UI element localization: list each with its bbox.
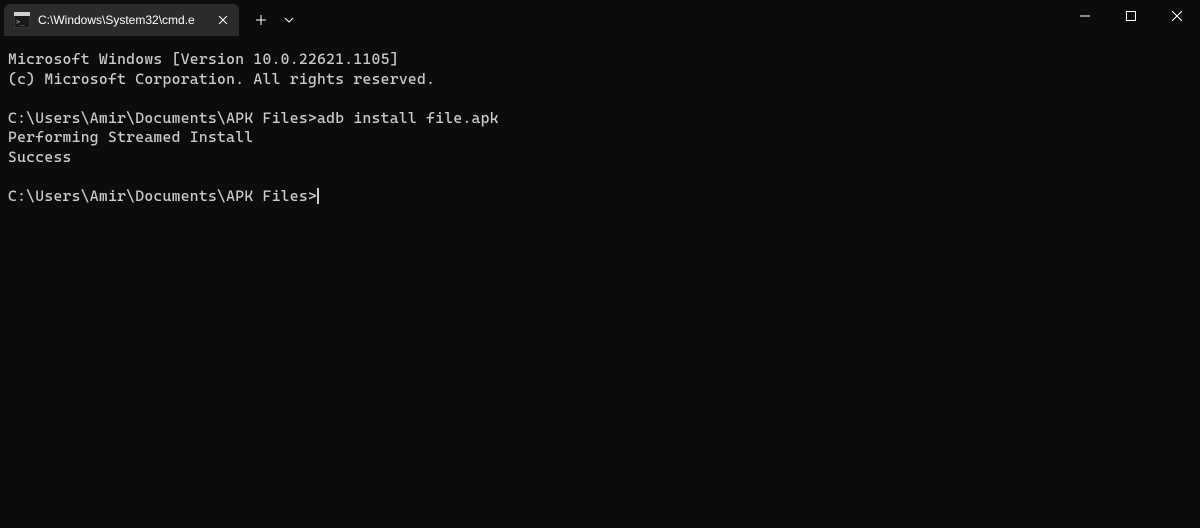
terminal-line: C:\Users\Amir\Documents\APK Files> <box>8 187 1192 207</box>
svg-text:>_: >_ <box>16 18 25 26</box>
titlebar: >_ C:\Windows\System32\cmd.e <box>0 0 1200 40</box>
close-window-button[interactable] <box>1154 0 1200 32</box>
new-tab-button[interactable] <box>245 4 277 36</box>
terminal-line: Performing Streamed Install <box>8 128 1192 148</box>
tab-close-button[interactable] <box>215 12 231 28</box>
terminal-line <box>8 89 1192 109</box>
terminal-line: (c) Microsoft Corporation. All rights re… <box>8 70 1192 90</box>
minimize-button[interactable] <box>1062 0 1108 32</box>
cursor <box>317 188 319 204</box>
terminal-line <box>8 167 1192 187</box>
terminal-line: Microsoft Windows [Version 10.0.22621.11… <box>8 50 1192 70</box>
tab-title: C:\Windows\System32\cmd.e <box>38 13 207 27</box>
terminal-line: Success <box>8 148 1192 168</box>
window-controls <box>1062 0 1200 32</box>
maximize-button[interactable] <box>1108 0 1154 32</box>
tab-dropdown-button[interactable] <box>277 4 301 36</box>
tabs-area: >_ C:\Windows\System32\cmd.e <box>0 0 301 36</box>
terminal-output[interactable]: Microsoft Windows [Version 10.0.22621.11… <box>0 40 1200 216</box>
tab-cmd[interactable]: >_ C:\Windows\System32\cmd.e <box>4 4 239 36</box>
terminal-line: C:\Users\Amir\Documents\APK Files>adb in… <box>8 109 1192 129</box>
cmd-icon: >_ <box>14 12 30 28</box>
